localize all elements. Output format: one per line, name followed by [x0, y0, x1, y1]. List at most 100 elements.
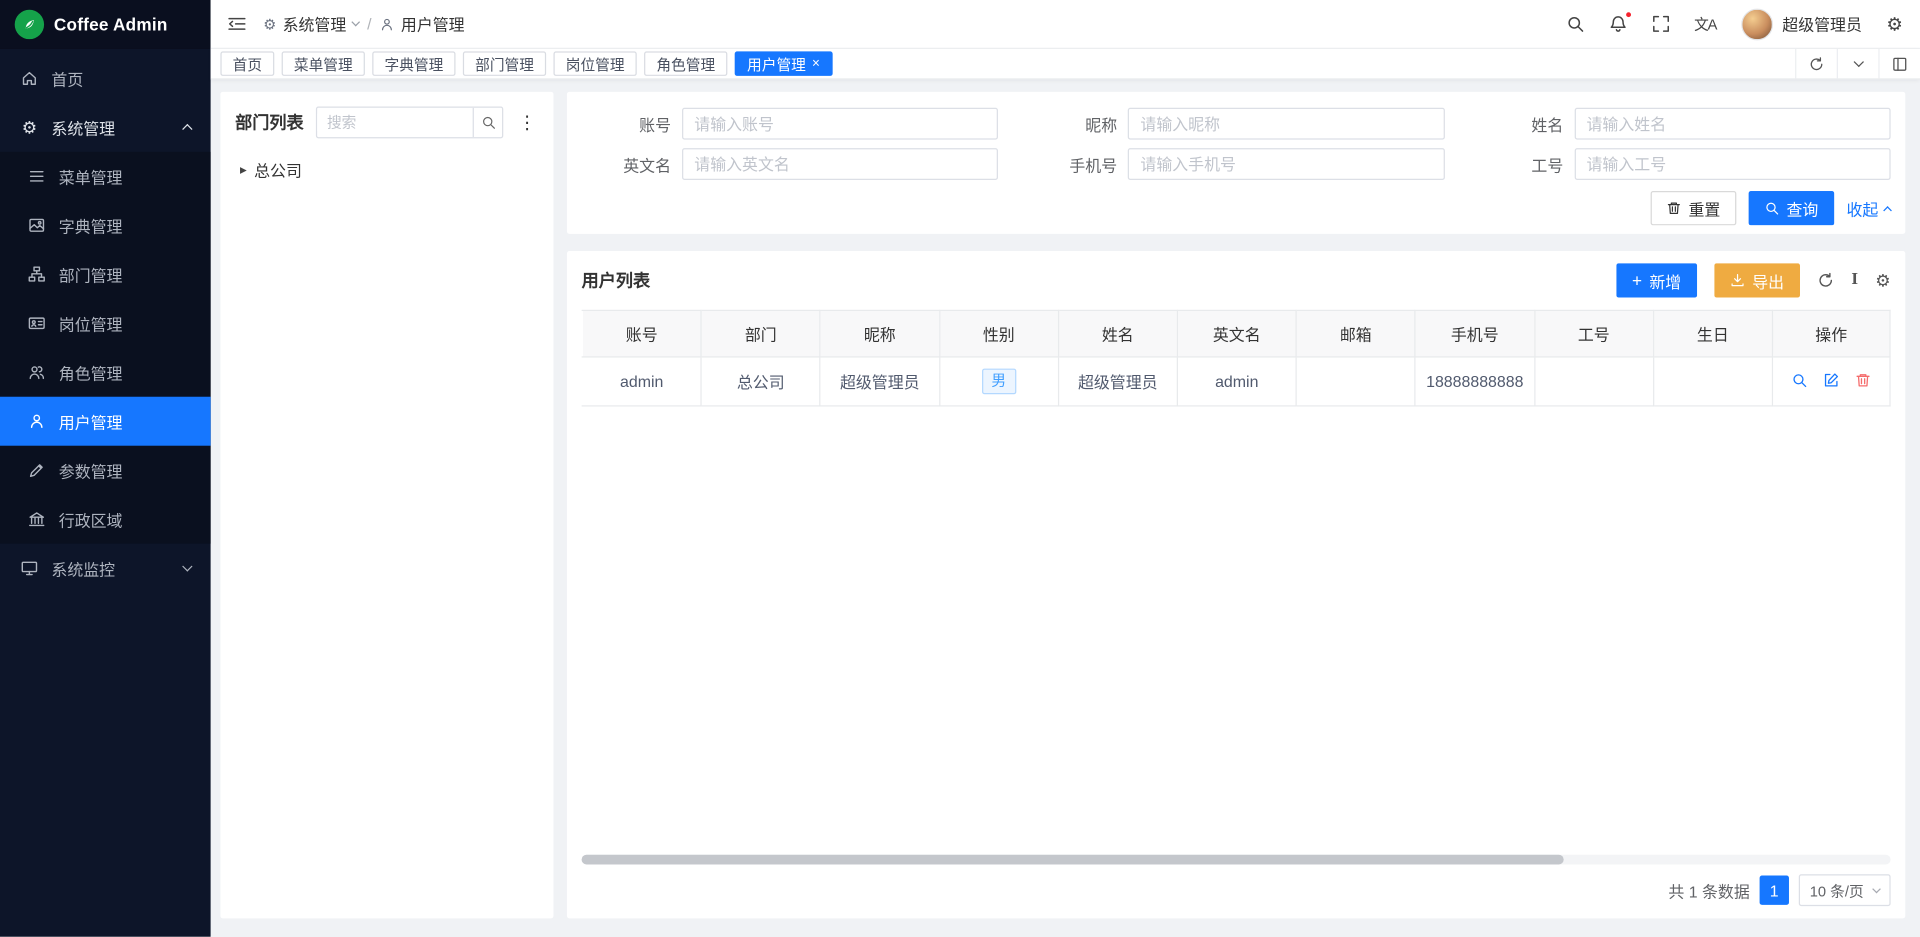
add-button[interactable]: + 新增: [1616, 263, 1697, 297]
close-icon[interactable]: ×: [812, 57, 820, 70]
sidebar-item-post-mgmt[interactable]: 岗位管理: [0, 299, 211, 348]
user-icon: [27, 413, 47, 430]
sidebar-item-user-mgmt[interactable]: 用户管理: [0, 397, 211, 446]
sidebar-item-region-mgmt[interactable]: 行政区域: [0, 495, 211, 544]
department-panel-title: 部门列表: [235, 110, 304, 134]
app-logo[interactable]: Coffee Admin: [0, 0, 211, 49]
cell-birthday: [1653, 357, 1772, 406]
column-header: 部门: [701, 310, 820, 357]
query-button[interactable]: 查询: [1749, 191, 1835, 225]
edit-icon: [1823, 372, 1839, 388]
menu-fold-icon[interactable]: [228, 15, 246, 33]
refresh-icon[interactable]: [1795, 49, 1837, 78]
chevron-down-icon: [1872, 884, 1881, 893]
field-en-name: 英文名: [582, 148, 999, 180]
list-toolbar: 用户列表 + 新增 导出: [582, 263, 1891, 297]
reset-label: 重置: [1689, 197, 1721, 220]
translate-icon[interactable]: 文A: [1694, 13, 1716, 34]
field-label: 工号: [1474, 152, 1574, 175]
fullscreen-icon[interactable]: [1651, 15, 1669, 33]
sidebar-group-system[interactable]: ⚙ 系统管理: [0, 103, 211, 152]
gear-icon: ⚙: [263, 15, 276, 32]
notification-dot: [1624, 11, 1631, 18]
table-header-row: 账号 部门 昵称 性别 姓名 英文名 邮箱 手机号 工号 生日 操作: [582, 310, 1890, 357]
breadcrumb-separator: /: [367, 15, 371, 33]
caret-right-icon[interactable]: ▸: [240, 161, 247, 177]
notification-bell-icon[interactable]: [1608, 15, 1626, 33]
department-search-input[interactable]: [317, 114, 473, 131]
user-menu[interactable]: 超级管理员: [1741, 8, 1862, 40]
chevron-down-icon: [351, 18, 360, 27]
column-height-icon[interactable]: I: [1851, 272, 1858, 289]
plus-icon: +: [1632, 271, 1642, 291]
breadcrumb: ⚙ 系统管理 / 用户管理: [263, 12, 464, 35]
pagination-total: 共 1 条数据: [1668, 879, 1749, 902]
horizontal-scrollbar-thumb[interactable]: [582, 855, 1564, 865]
sidebar: Coffee Admin 首页 ⚙ 系统管理 菜单管理: [0, 0, 211, 937]
more-vertical-icon[interactable]: ⋮: [516, 111, 539, 133]
sidebar-item-menu-mgmt[interactable]: 菜单管理: [0, 152, 211, 201]
phone-input[interactable]: [1128, 148, 1444, 180]
tab-post-mgmt[interactable]: 岗位管理: [554, 51, 637, 75]
search-icon[interactable]: [1566, 15, 1584, 33]
tree-node-root[interactable]: ▸ 总公司: [235, 153, 539, 185]
sidebar-item-label: 岗位管理: [59, 312, 123, 335]
cell-account: admin: [582, 357, 701, 406]
view-button[interactable]: [1791, 372, 1807, 388]
delete-button[interactable]: [1855, 372, 1871, 388]
tree-node-label: 总公司: [254, 157, 302, 180]
cell-phone: 18888888888: [1415, 357, 1534, 406]
tab-home[interactable]: 首页: [220, 51, 274, 75]
tab-dropdown-icon[interactable]: [1837, 49, 1879, 78]
field-label: 手机号: [1028, 152, 1128, 175]
tab-dict-mgmt[interactable]: 字典管理: [372, 51, 455, 75]
user-list-card: 用户列表 + 新增 导出: [567, 251, 1905, 918]
table-settings-gear-icon[interactable]: ⚙: [1875, 270, 1890, 291]
department-panel: 部门列表 ⋮ ▸ 总公司: [220, 92, 553, 919]
export-button[interactable]: 导出: [1714, 263, 1800, 297]
reset-button[interactable]: 重置: [1651, 191, 1737, 225]
tab-role-mgmt[interactable]: 角色管理: [644, 51, 727, 75]
settings-gear-icon[interactable]: ⚙: [1886, 13, 1902, 35]
gear-icon: ⚙: [20, 117, 40, 138]
account-input[interactable]: [682, 108, 998, 140]
tab-menu-mgmt[interactable]: 菜单管理: [282, 51, 365, 75]
top-header: ⚙ 系统管理 / 用户管理: [211, 0, 1920, 49]
user-table: 账号 部门 昵称 性别 姓名 英文名 邮箱 手机号 工号 生日 操作: [582, 310, 1891, 407]
work-no-input[interactable]: [1574, 148, 1890, 180]
sidebar-item-label: 角色管理: [59, 361, 123, 384]
tab-label: 字典管理: [385, 53, 444, 74]
tab-dept-mgmt[interactable]: 部门管理: [463, 51, 546, 75]
horizontal-scrollbar[interactable]: [582, 855, 1891, 865]
breadcrumb-item-system[interactable]: ⚙ 系统管理: [263, 12, 358, 35]
tab-label: 部门管理: [475, 53, 534, 74]
sidebar-item-label: 字典管理: [59, 214, 123, 237]
sidebar-group-monitor[interactable]: 系统监控: [0, 544, 211, 593]
collapse-button[interactable]: 收起: [1847, 197, 1891, 220]
page-size-select[interactable]: 10 条/页: [1799, 874, 1891, 906]
en-name-input[interactable]: [682, 148, 998, 180]
name-input[interactable]: [1574, 108, 1890, 140]
tab-user-mgmt[interactable]: 用户管理 ×: [735, 51, 832, 75]
cell-actions: [1772, 357, 1890, 406]
bank-icon: [27, 511, 47, 528]
nickname-input[interactable]: [1128, 108, 1444, 140]
layout-panel-icon[interactable]: [1878, 49, 1920, 78]
column-header-actions: 操作: [1772, 310, 1890, 357]
trash-icon: [1855, 372, 1871, 388]
field-phone: 手机号: [1028, 148, 1445, 180]
edit-button[interactable]: [1823, 372, 1839, 388]
cell-dept: 总公司: [701, 357, 820, 406]
sidebar-item-dict-mgmt[interactable]: 字典管理: [0, 201, 211, 250]
tab-label: 岗位管理: [566, 53, 625, 74]
field-account: 账号: [582, 108, 999, 140]
refresh-icon[interactable]: [1817, 272, 1834, 289]
sidebar-item-role-mgmt[interactable]: 角色管理: [0, 348, 211, 397]
sidebar-item-dept-mgmt[interactable]: 部门管理: [0, 250, 211, 299]
query-label: 查询: [1786, 197, 1818, 220]
sidebar-item-home[interactable]: 首页: [0, 54, 211, 103]
sidebar-item-param-mgmt[interactable]: 参数管理: [0, 446, 211, 495]
page-number-button[interactable]: 1: [1760, 876, 1789, 905]
breadcrumb-item-user[interactable]: 用户管理: [380, 12, 465, 35]
search-icon[interactable]: [473, 108, 502, 137]
